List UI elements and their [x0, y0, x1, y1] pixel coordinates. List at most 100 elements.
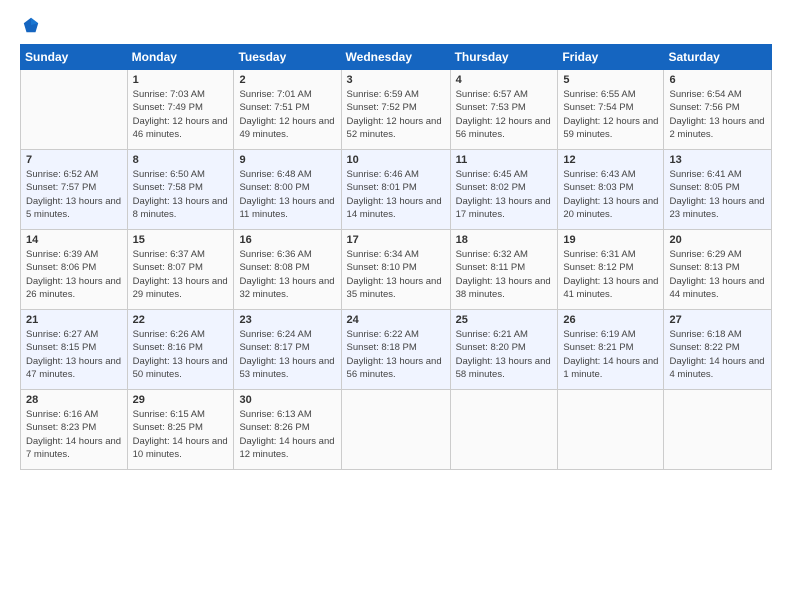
day-cell: 28 Sunrise: 6:16 AMSunset: 8:23 PMDayligh… [21, 390, 128, 470]
header-cell-thursday: Thursday [450, 45, 558, 70]
day-cell: 13 Sunrise: 6:41 AMSunset: 8:05 PMDayligh… [664, 150, 772, 230]
day-info: Sunrise: 6:13 AMSunset: 8:26 PMDaylight:… [239, 408, 335, 461]
day-cell: 14 Sunrise: 6:39 AMSunset: 8:06 PMDayligh… [21, 230, 128, 310]
day-number: 11 [456, 154, 553, 166]
day-cell: 24 Sunrise: 6:22 AMSunset: 8:18 PMDayligh… [341, 310, 450, 390]
header-cell-monday: Monday [127, 45, 234, 70]
day-number: 24 [347, 314, 445, 326]
day-cell [341, 390, 450, 470]
day-info: Sunrise: 6:21 AMSunset: 8:20 PMDaylight:… [456, 328, 553, 381]
week-row-2: 7 Sunrise: 6:52 AMSunset: 7:57 PMDaylight… [21, 150, 772, 230]
day-number: 16 [239, 234, 335, 246]
day-number: 13 [669, 154, 766, 166]
day-info: Sunrise: 6:22 AMSunset: 8:18 PMDaylight:… [347, 328, 445, 381]
calendar-table: SundayMondayTuesdayWednesdayThursdayFrid… [20, 44, 772, 470]
day-cell: 9 Sunrise: 6:48 AMSunset: 8:00 PMDaylight… [234, 150, 341, 230]
header-cell-wednesday: Wednesday [341, 45, 450, 70]
day-cell: 3 Sunrise: 6:59 AMSunset: 7:52 PMDaylight… [341, 70, 450, 150]
day-info: Sunrise: 6:39 AMSunset: 8:06 PMDaylight:… [26, 248, 122, 301]
day-cell: 15 Sunrise: 6:37 AMSunset: 8:07 PMDayligh… [127, 230, 234, 310]
day-cell: 27Sunrise: 6:18 AMSunset: 8:22 PMDayligh… [664, 310, 772, 390]
day-cell: 20 Sunrise: 6:29 AMSunset: 8:13 PMDayligh… [664, 230, 772, 310]
day-cell: 11 Sunrise: 6:45 AMSunset: 8:02 PMDayligh… [450, 150, 558, 230]
day-info: Sunrise: 6:55 AMSunset: 7:54 PMDaylight:… [563, 88, 658, 141]
day-number: 20 [669, 234, 766, 246]
calendar-body: 1 Sunrise: 7:03 AMSunset: 7:49 PMDaylight… [21, 70, 772, 470]
day-cell: 8 Sunrise: 6:50 AMSunset: 7:58 PMDaylight… [127, 150, 234, 230]
day-number: 9 [239, 154, 335, 166]
day-cell: 19Sunrise: 6:31 AMSunset: 8:12 PMDayligh… [558, 230, 664, 310]
page: SundayMondayTuesdayWednesdayThursdayFrid… [0, 0, 792, 612]
day-info: Sunrise: 6:32 AMSunset: 8:11 PMDaylight:… [456, 248, 553, 301]
week-row-3: 14 Sunrise: 6:39 AMSunset: 8:06 PMDayligh… [21, 230, 772, 310]
day-info: Sunrise: 6:37 AMSunset: 8:07 PMDaylight:… [133, 248, 229, 301]
day-number: 22 [133, 314, 229, 326]
day-number: 4 [456, 74, 553, 86]
header-cell-sunday: Sunday [21, 45, 128, 70]
day-cell: 7 Sunrise: 6:52 AMSunset: 7:57 PMDaylight… [21, 150, 128, 230]
header-row: SundayMondayTuesdayWednesdayThursdayFrid… [21, 45, 772, 70]
day-cell: 25Sunrise: 6:21 AMSunset: 8:20 PMDayligh… [450, 310, 558, 390]
day-info: Sunrise: 6:50 AMSunset: 7:58 PMDaylight:… [133, 168, 229, 221]
header [20, 16, 772, 34]
day-info: Sunrise: 6:46 AMSunset: 8:01 PMDaylight:… [347, 168, 445, 221]
day-cell: 5 Sunrise: 6:55 AMSunset: 7:54 PMDaylight… [558, 70, 664, 150]
calendar-header: SundayMondayTuesdayWednesdayThursdayFrid… [21, 45, 772, 70]
day-info: Sunrise: 6:15 AMSunset: 8:25 PMDaylight:… [133, 408, 229, 461]
day-number: 17 [347, 234, 445, 246]
day-info: Sunrise: 6:43 AMSunset: 8:03 PMDaylight:… [563, 168, 658, 221]
day-info: Sunrise: 7:01 AMSunset: 7:51 PMDaylight:… [239, 88, 335, 141]
day-info: Sunrise: 6:19 AMSunset: 8:21 PMDaylight:… [563, 328, 658, 381]
day-info: Sunrise: 6:59 AMSunset: 7:52 PMDaylight:… [347, 88, 445, 141]
day-cell: 30 Sunrise: 6:13 AMSunset: 8:26 PMDayligh… [234, 390, 341, 470]
day-cell: 12 Sunrise: 6:43 AMSunset: 8:03 PMDayligh… [558, 150, 664, 230]
day-info: Sunrise: 6:45 AMSunset: 8:02 PMDaylight:… [456, 168, 553, 221]
day-info: Sunrise: 6:29 AMSunset: 8:13 PMDaylight:… [669, 248, 766, 301]
day-info: Sunrise: 6:52 AMSunset: 7:57 PMDaylight:… [26, 168, 122, 221]
day-number: 29 [133, 394, 229, 406]
day-cell: 4 Sunrise: 6:57 AMSunset: 7:53 PMDaylight… [450, 70, 558, 150]
day-cell: 18Sunrise: 6:32 AMSunset: 8:11 PMDayligh… [450, 230, 558, 310]
day-cell [450, 390, 558, 470]
day-info: Sunrise: 6:57 AMSunset: 7:53 PMDaylight:… [456, 88, 553, 141]
day-cell: 2Sunrise: 7:01 AMSunset: 7:51 PMDaylight… [234, 70, 341, 150]
day-number: 15 [133, 234, 229, 246]
day-number: 8 [133, 154, 229, 166]
day-number: 26 [563, 314, 658, 326]
day-number: 10 [347, 154, 445, 166]
day-number: 7 [26, 154, 122, 166]
day-info: Sunrise: 7:03 AMSunset: 7:49 PMDaylight:… [133, 88, 229, 141]
day-cell: 10 Sunrise: 6:46 AMSunset: 8:01 PMDayligh… [341, 150, 450, 230]
day-number: 14 [26, 234, 122, 246]
day-cell: 17 Sunrise: 6:34 AMSunset: 8:10 PMDayligh… [341, 230, 450, 310]
day-number: 23 [239, 314, 335, 326]
header-cell-friday: Friday [558, 45, 664, 70]
day-info: Sunrise: 6:54 AMSunset: 7:56 PMDaylight:… [669, 88, 766, 141]
day-number: 21 [26, 314, 122, 326]
day-number: 5 [563, 74, 658, 86]
week-row-4: 21Sunrise: 6:27 AMSunset: 8:15 PMDayligh… [21, 310, 772, 390]
header-cell-tuesday: Tuesday [234, 45, 341, 70]
day-cell: 26 Sunrise: 6:19 AMSunset: 8:21 PMDayligh… [558, 310, 664, 390]
day-number: 12 [563, 154, 658, 166]
day-number: 28 [26, 394, 122, 406]
logo-icon [22, 16, 40, 34]
day-cell: 6Sunrise: 6:54 AMSunset: 7:56 PMDaylight… [664, 70, 772, 150]
day-info: Sunrise: 6:36 AMSunset: 8:08 PMDaylight:… [239, 248, 335, 301]
day-cell: 1 Sunrise: 7:03 AMSunset: 7:49 PMDaylight… [127, 70, 234, 150]
day-info: Sunrise: 6:41 AMSunset: 8:05 PMDaylight:… [669, 168, 766, 221]
day-info: Sunrise: 6:16 AMSunset: 8:23 PMDaylight:… [26, 408, 122, 461]
day-info: Sunrise: 6:48 AMSunset: 8:00 PMDaylight:… [239, 168, 335, 221]
day-info: Sunrise: 6:34 AMSunset: 8:10 PMDaylight:… [347, 248, 445, 301]
day-cell [21, 70, 128, 150]
day-number: 19 [563, 234, 658, 246]
day-number: 30 [239, 394, 335, 406]
day-cell [664, 390, 772, 470]
day-cell: 16 Sunrise: 6:36 AMSunset: 8:08 PMDayligh… [234, 230, 341, 310]
day-number: 1 [133, 74, 229, 86]
header-cell-saturday: Saturday [664, 45, 772, 70]
day-cell: 22Sunrise: 6:26 AMSunset: 8:16 PMDayligh… [127, 310, 234, 390]
day-cell: 21Sunrise: 6:27 AMSunset: 8:15 PMDayligh… [21, 310, 128, 390]
week-row-1: 1 Sunrise: 7:03 AMSunset: 7:49 PMDaylight… [21, 70, 772, 150]
day-number: 3 [347, 74, 445, 86]
